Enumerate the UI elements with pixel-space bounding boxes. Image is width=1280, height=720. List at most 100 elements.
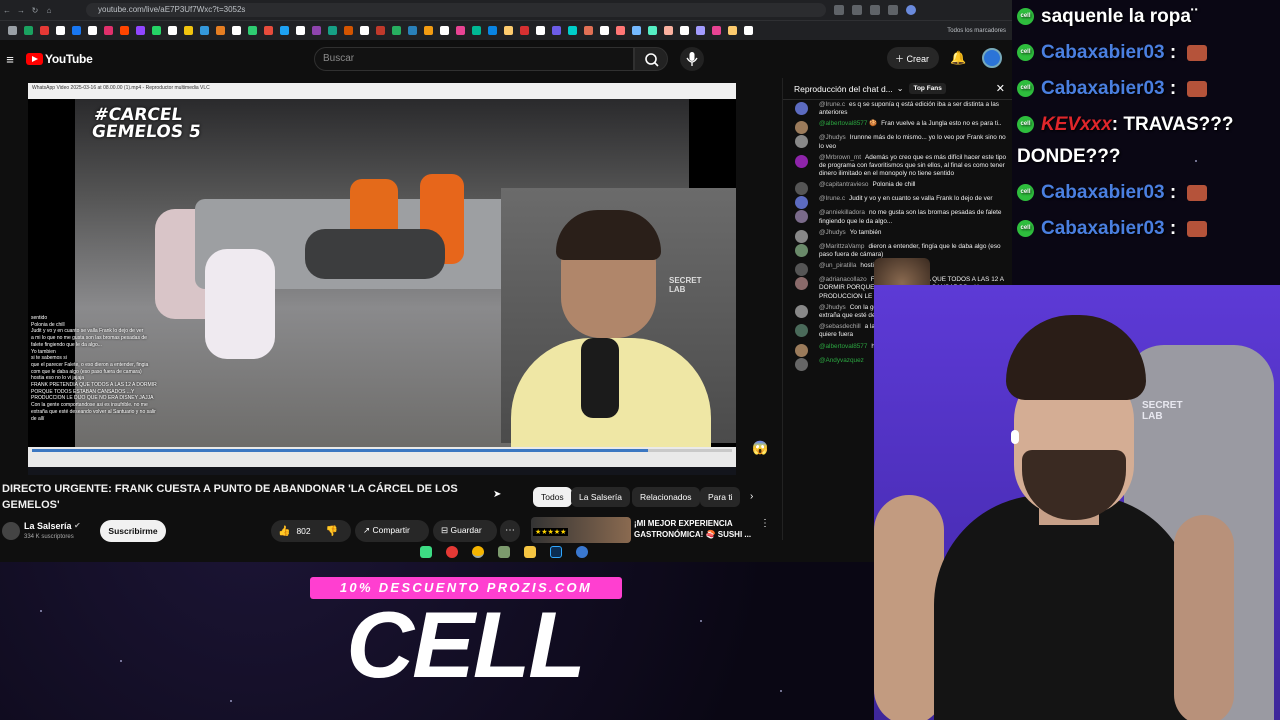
extension-icon[interactable]	[852, 5, 862, 15]
bookmark-icon[interactable]	[615, 26, 625, 35]
bookmark-icon[interactable]	[695, 26, 705, 35]
folder-taskbar-icon[interactable]	[524, 546, 536, 558]
vlc-progress-bar[interactable]	[32, 449, 732, 452]
save-button[interactable]: ⊟ Guardar	[433, 520, 497, 542]
bookmark-icon[interactable]	[71, 26, 81, 35]
bookmark-icon[interactable]	[183, 26, 193, 35]
bookmark-icon[interactable]	[439, 26, 449, 35]
bookmark-icon[interactable]	[199, 26, 209, 35]
chevron-right-icon[interactable]: ›	[750, 491, 753, 502]
chat-message[interactable]: @Irune.c Judit y vo y en cuanto se valla …	[783, 194, 1012, 210]
bookmark-icon[interactable]	[167, 26, 177, 35]
reload-icon[interactable]: ↻	[28, 6, 42, 15]
chat-author[interactable]: @Jhudys	[819, 304, 846, 311]
chat-author[interactable]: @un_piratilla	[819, 262, 856, 269]
top-fans-badge[interactable]: Top Fans	[909, 83, 946, 94]
bookmark-icon[interactable]	[503, 26, 513, 35]
video-player[interactable]: WhatsApp Video 2025-03-16 at 08.00.00 (1…	[28, 83, 736, 467]
chat-avatar[interactable]	[795, 277, 808, 291]
chat-author[interactable]: @albertoval8577 🍪	[819, 120, 877, 127]
bookmark-icon[interactable]	[535, 26, 545, 35]
chat-avatar[interactable]	[795, 154, 808, 168]
bookmark-icon[interactable]	[215, 26, 225, 35]
bookmark-icon[interactable]	[647, 26, 657, 35]
chat-message[interactable]: @capitantravieso Polonia de chill	[783, 180, 1012, 196]
chat-avatar[interactable]	[795, 324, 808, 338]
bookmark-icon[interactable]	[295, 26, 305, 35]
bookmark-icon[interactable]	[231, 26, 241, 35]
bookmark-icon[interactable]	[583, 26, 593, 35]
chevron-down-icon[interactable]: ⌄	[897, 84, 904, 93]
close-icon[interactable]: ✕	[996, 82, 1005, 95]
voice-search-button[interactable]	[680, 47, 704, 71]
bookmark-icon[interactable]	[471, 26, 481, 35]
account-avatar[interactable]	[982, 48, 1002, 68]
app-taskbar-icon[interactable]	[498, 546, 510, 558]
chat-author[interactable]: @adrianacollazo	[819, 276, 867, 283]
search-button[interactable]	[634, 47, 668, 71]
chat-message[interactable]: @Mrbrown_mt Además yo creo que es más dif…	[783, 153, 1012, 181]
chip-la-salseria[interactable]: La Salsería	[571, 487, 630, 507]
youtube-logo[interactable]: YouTube	[26, 52, 93, 66]
bookmark-icon[interactable]	[519, 26, 529, 35]
app-taskbar-icon[interactable]	[420, 546, 432, 558]
bookmark-icon[interactable]	[455, 26, 465, 35]
bookmark-icon[interactable]	[375, 26, 385, 35]
menu-icon[interactable]: ≡	[0, 52, 20, 67]
bookmark-icon[interactable]	[423, 26, 433, 35]
bookmark-icon[interactable]	[343, 26, 353, 35]
like-count[interactable]: 802	[296, 526, 310, 536]
share-button[interactable]: ↗ Compartir	[355, 520, 429, 542]
chat-author[interactable]: @Jhudys	[819, 134, 846, 141]
chat-title[interactable]: Reproducción del chat d...	[794, 84, 893, 94]
chip-para-ti[interactable]: Para ti	[700, 487, 740, 507]
bookmark-icon[interactable]	[663, 26, 673, 35]
bookmark-icon[interactable]	[151, 26, 161, 35]
bookmark-icon[interactable]	[407, 26, 417, 35]
all-bookmarks-link[interactable]: Todos los marcadores	[947, 28, 1012, 34]
bookmark-icon[interactable]	[263, 26, 273, 35]
bookmark-icon[interactable]	[247, 26, 257, 35]
chat-avatar[interactable]	[795, 102, 808, 115]
bookmark-icon[interactable]	[103, 26, 113, 35]
chip-todos[interactable]: Todos	[533, 487, 572, 507]
bookmark-icon[interactable]	[487, 26, 497, 35]
chrome-taskbar-icon[interactable]	[472, 546, 484, 558]
profile-icon[interactable]	[906, 5, 916, 15]
recommended-title[interactable]: ¡MI MEJOR EXPERIENCIA GASTRONÓMICA! 🍣 SU…	[634, 518, 754, 540]
back-icon[interactable]: ←	[0, 6, 14, 15]
forward-icon[interactable]: →	[14, 6, 28, 15]
bookmark-icon[interactable]	[679, 26, 689, 35]
bookmark-icon[interactable]	[311, 26, 321, 35]
chat-message[interactable]: @anniekilladora no me gusta son las broma…	[783, 208, 1012, 227]
chip-relacionados[interactable]: Relacionados	[632, 487, 700, 507]
chat-author[interactable]: @albertoval8577	[819, 343, 867, 350]
chat-author[interactable]: @sebasdechill	[819, 323, 861, 330]
chat-avatar[interactable]	[795, 135, 808, 149]
chat-author[interactable]: @Mrbrown_mt	[819, 154, 861, 161]
extension-icon[interactable]	[888, 5, 898, 15]
bell-icon[interactable]: 🔔	[950, 50, 966, 66]
chat-author[interactable]: @Irune.c	[819, 195, 845, 202]
subscribe-button[interactable]: Suscribirme	[100, 520, 166, 542]
chat-message[interactable]: @Jhudys Irunnne más de lo mismo... yo lo …	[783, 133, 1012, 152]
bookmark-icon[interactable]	[727, 26, 737, 35]
channel-avatar[interactable]	[2, 522, 20, 540]
chat-author[interactable]: @anniekilladora	[819, 209, 865, 216]
bookmark-icon[interactable]	[551, 26, 561, 35]
bookmark-icon[interactable]	[119, 26, 129, 35]
bookmark-icon[interactable]	[7, 26, 17, 35]
obs-taskbar-icon[interactable]	[446, 546, 458, 558]
photoshop-taskbar-icon[interactable]	[550, 546, 562, 558]
create-button[interactable]: ＋ Crear	[887, 47, 939, 69]
chat-author[interactable]: @capitantravieso	[819, 181, 868, 188]
bookmark-icon[interactable]	[87, 26, 97, 35]
bookmark-icon[interactable]	[567, 26, 577, 35]
chat-message[interactable]: @albertoval8577 🍪 Fran vuelve a la Jungla…	[783, 119, 1012, 135]
bookmark-icon[interactable]	[23, 26, 33, 35]
chat-avatar[interactable]	[795, 243, 808, 257]
app-taskbar-icon[interactable]	[576, 546, 588, 558]
bookmark-icon[interactable]	[55, 26, 65, 35]
bookmark-icon[interactable]	[743, 26, 753, 35]
more-icon[interactable]: ⋯	[500, 520, 520, 542]
